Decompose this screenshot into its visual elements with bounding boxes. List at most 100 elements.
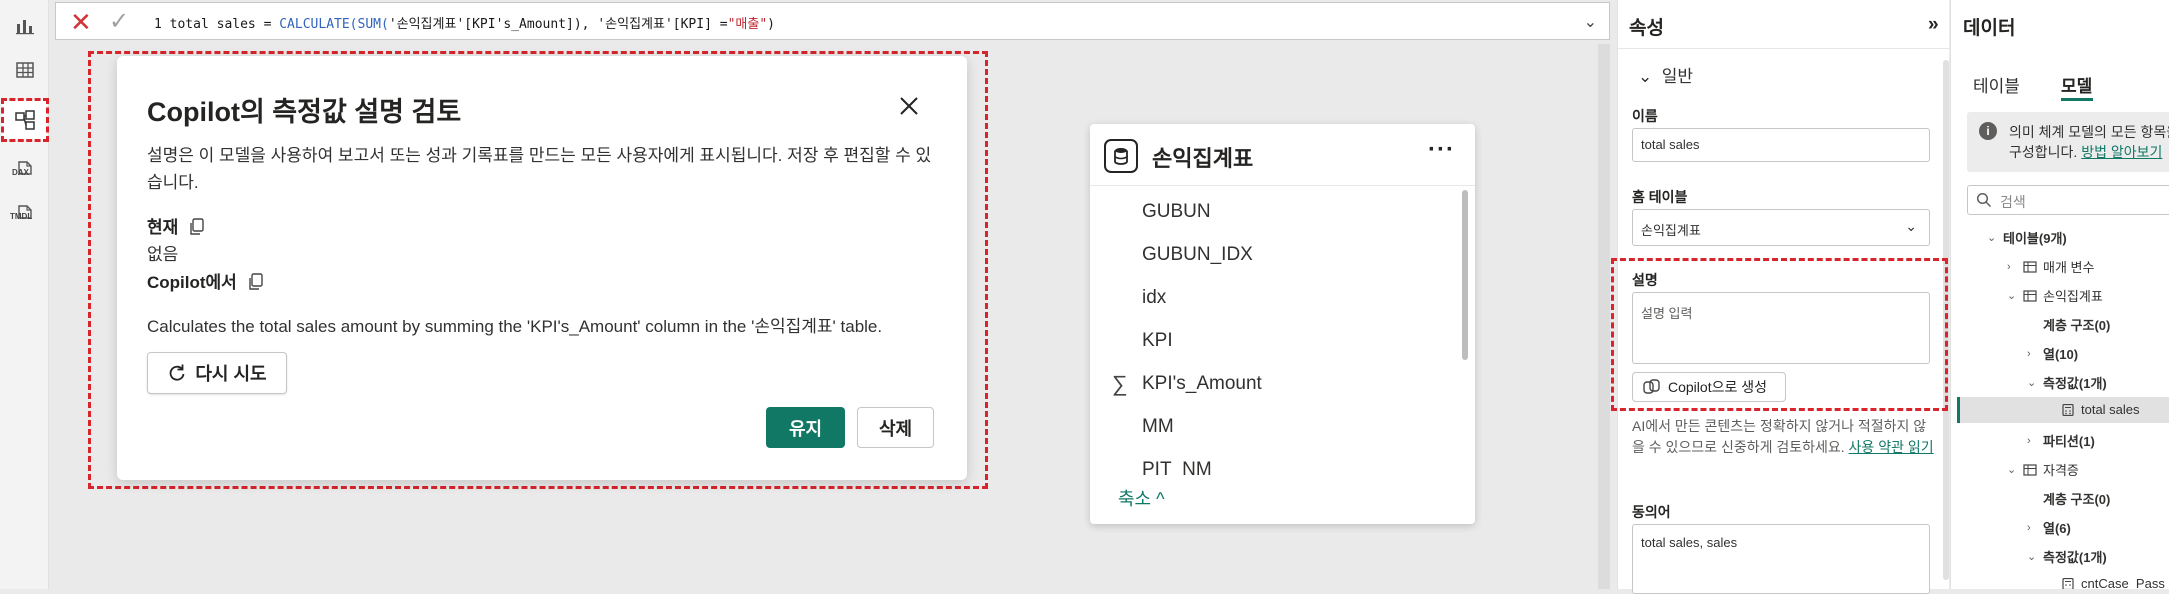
terms-link[interactable]: 사용 약관 읽기	[1849, 439, 1934, 455]
canvas-splitter[interactable]	[1598, 44, 1610, 589]
tree-label: 자격증	[2043, 463, 2079, 478]
copilot-suggestion: Calculates the total sales amount by sum…	[147, 317, 883, 336]
tree-params-node[interactable]: › 매개 변수	[2007, 257, 2094, 276]
tree-label: total sales	[2081, 402, 2140, 417]
chevron-down-icon: ⌄	[2007, 290, 2017, 302]
table-icon	[2023, 289, 2037, 302]
expand-formula-chevron-icon[interactable]: ⌄	[1584, 12, 1597, 32]
tmdl-label: TMDL	[10, 212, 33, 221]
formula-end: )	[767, 17, 775, 32]
info-line-1: 의미 체계 모델의 모든 항목을	[2009, 124, 2169, 140]
report-view-icon[interactable]	[8, 8, 42, 42]
home-table-value: 손익집계표	[1641, 223, 1701, 238]
tree-columns-node[interactable]: › 열(6)	[2027, 518, 2071, 537]
tree-label: 측정값(1개)	[2043, 550, 2107, 565]
description-highlight-outline	[1611, 258, 1948, 411]
synonyms-label: 동의어	[1632, 504, 1671, 520]
search-input[interactable]: 검색	[1967, 185, 2169, 215]
chevron-down-icon: ⌄	[1987, 232, 1997, 244]
keep-button[interactable]: 유지	[766, 407, 845, 448]
search-placeholder: 검색	[2000, 194, 2026, 210]
tree-label: 매개 변수	[2043, 260, 2095, 275]
home-table-dropdown[interactable]: 손익집계표 ⌄	[1632, 209, 1930, 246]
column-item[interactable]: KPI	[1142, 330, 1173, 352]
current-section-heading: 현재	[147, 213, 205, 238]
column-item[interactable]: KPI's_Amount	[1142, 373, 1262, 395]
tree-label: 테이블(9개)	[2003, 231, 2067, 246]
tree-measures-node[interactable]: ⌄ 측정값(1개)	[2027, 373, 2107, 392]
copilot-review-dialog: Copilot의 측정값 설명 검토 설명은 이 모델을 사용하여 보고서 또는…	[117, 56, 967, 480]
sigma-icon: ∑	[1112, 371, 1128, 396]
formula-input-area: ✕ ✓ 1 total sales = CALCULATE(SUM('손익집계표…	[55, 2, 1610, 40]
tree-hierarchy-node[interactable]: 계층 구조(0)	[2043, 315, 2110, 334]
tree-label: 계층 구조(0)	[2043, 318, 2111, 333]
dax-label: DAX	[12, 168, 29, 177]
chevron-right-icon: ›	[2027, 434, 2031, 447]
ai-disclaimer: AI에서 만든 콘텐츠는 정확하지 않거나 적절하지 않을 수 있으므로 신중하…	[1632, 416, 1936, 458]
table-view-icon[interactable]	[8, 53, 42, 87]
model-view-icon[interactable]	[1, 98, 49, 142]
column-item[interactable]: MM	[1142, 416, 1174, 438]
retry-button[interactable]: 다시 시도	[147, 352, 287, 394]
current-value: 없음	[147, 245, 179, 264]
table-card[interactable]: 손익집계표 ··· GUBUN GUBUN_IDX idx KPI ∑ KPI'…	[1090, 124, 1475, 524]
tree-measure-item[interactable]: cntCase_Pass	[2061, 576, 2165, 589]
learn-more-link[interactable]: 방법 알아보기	[2081, 144, 2162, 160]
formula-mid: ), '손익집계표'[KPI] =	[573, 17, 728, 32]
tree-measures-node[interactable]: ⌄ 측정값(1개)	[2027, 547, 2107, 566]
more-options-icon[interactable]: ···	[1428, 136, 1455, 164]
formula-measure-name: total sales	[169, 17, 256, 32]
formula-literal: "매출"	[727, 17, 768, 32]
info-icon: i	[1979, 122, 1997, 140]
dialog-title: Copilot의 측정값 설명 검토	[147, 97, 462, 127]
tree-measure-item[interactable]: total sales	[2061, 402, 2140, 417]
tab-table[interactable]: 테이블	[1973, 72, 2020, 97]
tree-partitions-node[interactable]: › 파티션(1)	[2027, 431, 2095, 450]
close-icon[interactable]	[895, 92, 923, 120]
table-name: 손익집계표	[1152, 146, 1254, 171]
chevron-down-icon: ⌄	[2027, 551, 2037, 563]
cancel-formula-icon[interactable]: ✕	[70, 8, 92, 36]
tree-label: 파티션(1)	[2043, 434, 2095, 449]
formula-arg1: '손익집계표'[KPI's_Amount]	[388, 17, 574, 32]
home-table-label: 홈 테이블	[1632, 189, 1688, 205]
tab-model[interactable]: 모델	[2061, 72, 2092, 97]
table-card-header[interactable]: 손익집계표 ···	[1090, 124, 1475, 186]
tree-tables-node[interactable]: ⌄ 테이블(9개)	[1987, 228, 2067, 247]
synonyms-field[interactable]: total sales, sales	[1632, 524, 1930, 594]
tree-label: 열(10)	[2043, 347, 2079, 362]
formula-line-number: 1	[154, 17, 162, 32]
copy-icon[interactable]	[248, 273, 264, 291]
tree-columns-node[interactable]: › 열(10)	[2027, 344, 2078, 363]
copy-icon[interactable]	[189, 218, 205, 236]
column-item[interactable]: PIT_NM	[1142, 459, 1212, 476]
column-item[interactable]: GUBUN_IDX	[1142, 244, 1253, 266]
delete-button[interactable]: 삭제	[857, 407, 934, 448]
column-item[interactable]: idx	[1142, 287, 1166, 309]
collapse-link[interactable]: 축소 ^	[1118, 485, 1165, 511]
general-label: 일반	[1661, 67, 1693, 86]
database-icon	[1104, 139, 1138, 173]
tree-table-node[interactable]: ⌄ 자격증	[2007, 460, 2079, 479]
formula-editor[interactable]: 1 total sales = CALCULATE(SUM('손익집계표'[KP…	[154, 13, 775, 32]
data-pane: 데이터 테이블 모델 i 의미 체계 모델의 모든 항목을 구성합니다. 방법 알…	[1950, 0, 2169, 589]
general-section-toggle[interactable]: ⌄ 일반	[1638, 62, 1693, 87]
formula-bar: ✕ ✓ 1 total sales = CALCULATE(SUM('손익집계표…	[49, 0, 1610, 44]
divider	[1618, 48, 1950, 49]
tree-hierarchy-node[interactable]: 계층 구조(0)	[2043, 489, 2110, 508]
info-banner: i 의미 체계 모델의 모든 항목을 구성합니다. 방법 알아보기	[1967, 112, 2169, 172]
name-field[interactable]: total sales	[1632, 128, 1930, 162]
dialog-description: 설명은 이 모델을 사용하여 보고서 또는 성과 기록표를 만드는 모든 사용자…	[147, 146, 932, 192]
refresh-icon	[170, 364, 185, 381]
chevron-down-icon: ⌄	[2007, 464, 2017, 476]
tree-table-node[interactable]: ⌄ 손익집계표	[2007, 286, 2103, 305]
retry-label: 다시 시도	[195, 364, 267, 384]
tree-label: cntCase_Pass	[2081, 576, 2165, 589]
tree-label: 측정값(1개)	[2043, 376, 2107, 391]
expand-pane-icon[interactable]: »	[1928, 14, 1939, 36]
tree-label: 계층 구조(0)	[2043, 492, 2111, 507]
column-item[interactable]: GUBUN	[1142, 201, 1211, 223]
column-list: GUBUN GUBUN_IDX idx KPI ∑ KPI's_Amount M…	[1090, 186, 1458, 476]
commit-formula-icon[interactable]: ✓	[109, 8, 129, 36]
column-list-scrollbar[interactable]	[1462, 190, 1468, 360]
